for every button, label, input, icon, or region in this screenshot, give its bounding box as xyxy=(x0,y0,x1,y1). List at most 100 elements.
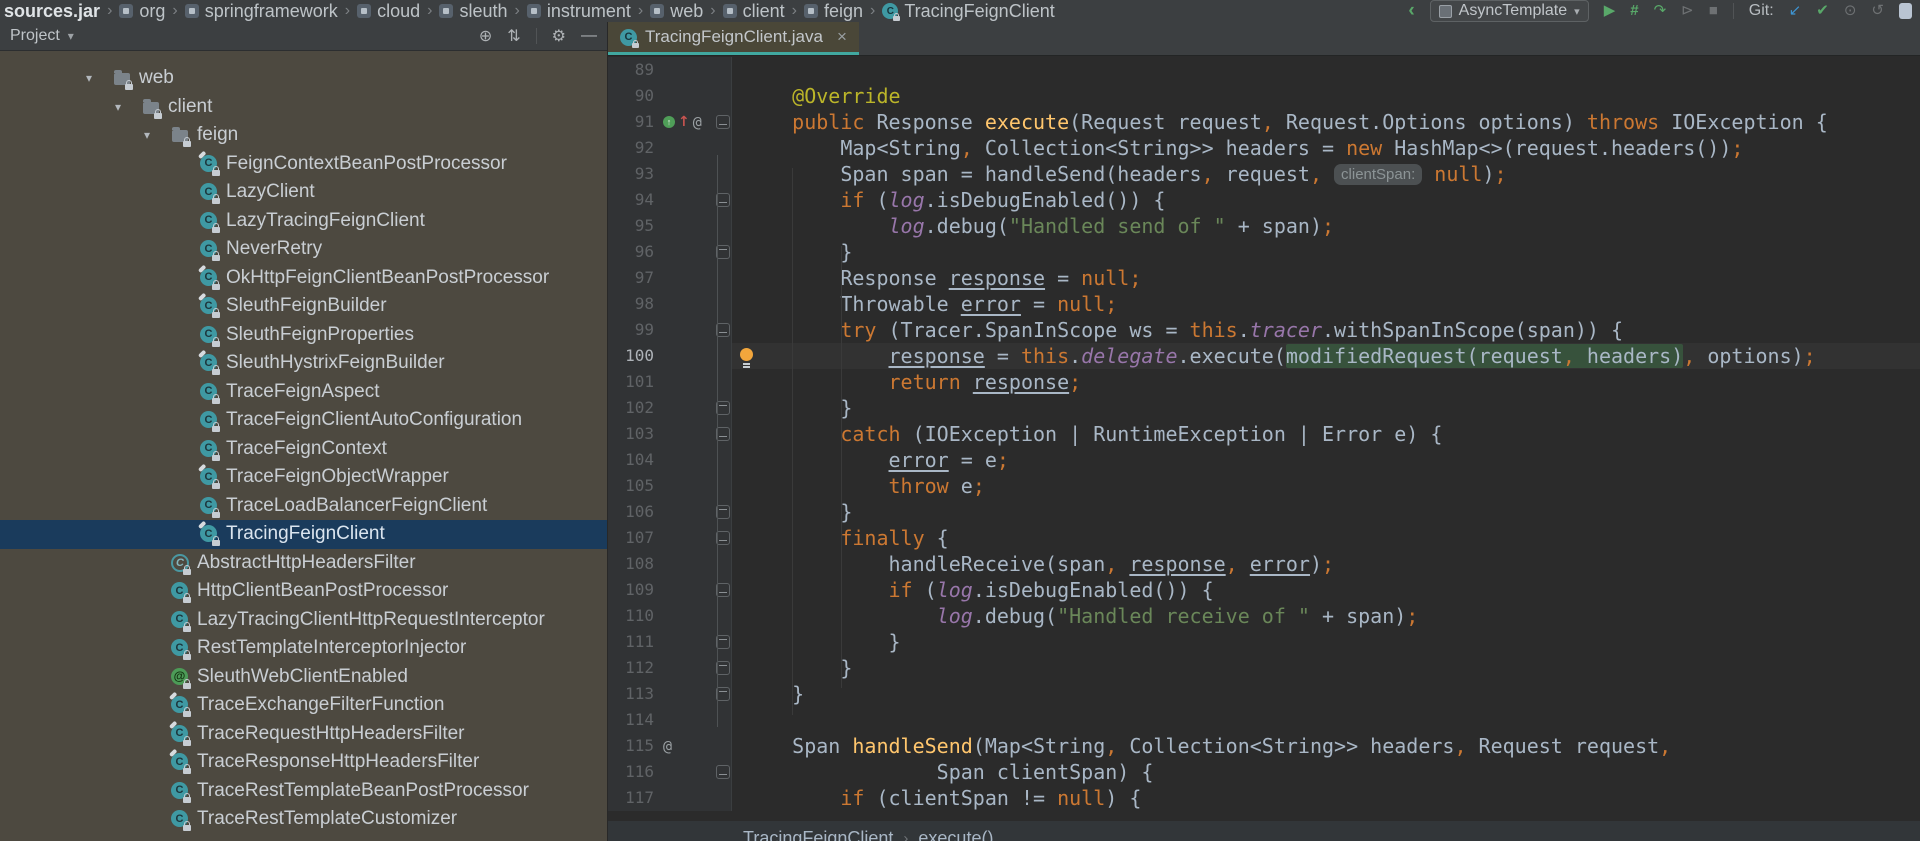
code-text[interactable]: return response; xyxy=(732,369,1920,395)
code-text[interactable]: if (log.isDebugEnabled()) { xyxy=(732,577,1920,603)
overriding-method-icon[interactable]: ↑ xyxy=(663,116,675,128)
fold-collapse-icon[interactable] xyxy=(716,427,730,441)
tree-item[interactable]: CRestTemplateInterceptorInjector xyxy=(0,634,607,663)
fold-collapse-icon[interactable] xyxy=(716,583,730,597)
breadcrumb-item[interactable]: springframework xyxy=(185,1,338,22)
code-line[interactable]: 106 } xyxy=(608,499,1920,525)
code-line[interactable]: 92 Map<String, Collection<String>> heade… xyxy=(608,135,1920,161)
code-text[interactable]: log.debug("Handled send of " + span); xyxy=(732,213,1920,239)
tree-item[interactable]: CTraceResponseHttpHeadersFilter xyxy=(0,748,607,777)
intention-bulb-icon[interactable] xyxy=(740,348,753,361)
fold-end-icon[interactable] xyxy=(716,505,730,519)
profiler-icon[interactable]: ↷ xyxy=(1654,1,1667,21)
tree-item[interactable]: CSleuthFeignBuilder xyxy=(0,292,607,321)
tree-item[interactable]: CTraceExchangeFilterFunction xyxy=(0,691,607,720)
code-line[interactable]: 98 Throwable error = null; xyxy=(608,291,1920,317)
code-text[interactable]: response = this.delegate.execute(modifie… xyxy=(732,343,1920,369)
tree-item[interactable]: CFeignContextBeanPostProcessor xyxy=(0,150,607,179)
tree-item[interactable]: CTraceFeignClientAutoConfiguration xyxy=(0,406,607,435)
code-line[interactable]: 94 if (log.isDebugEnabled()) { xyxy=(608,187,1920,213)
code-text[interactable]: } xyxy=(732,239,1920,265)
expand-arrow-icon[interactable]: ▾ xyxy=(115,100,134,114)
code-text[interactable]: } xyxy=(732,681,1920,707)
code-line[interactable]: 110 log.debug("Handled receive of " + sp… xyxy=(608,603,1920,629)
code-text[interactable] xyxy=(732,57,1920,83)
code-line[interactable]: 111 } xyxy=(608,629,1920,655)
git-update-icon[interactable]: ↙ xyxy=(1789,1,1802,21)
fold-collapse-icon[interactable] xyxy=(716,531,730,545)
code-line[interactable]: 91↑↑@ public Response execute(Request re… xyxy=(608,109,1920,135)
tree-item[interactable]: CLazyTracingClientHttpRequestInterceptor xyxy=(0,606,607,635)
breadcrumb-item[interactable]: feign xyxy=(804,1,863,22)
code-text[interactable]: public Response execute(Request request,… xyxy=(732,109,1920,135)
tree-item[interactable]: ▾client xyxy=(0,93,607,122)
fold-collapse-icon[interactable] xyxy=(716,323,730,337)
code-text[interactable]: Response response = null; xyxy=(732,265,1920,291)
code-text[interactable]: if (log.isDebugEnabled()) { xyxy=(732,187,1920,213)
project-tree[interactable]: ▾web▾client▾feignCFeignContextBeanPostPr… xyxy=(0,50,607,841)
breadcrumb-item[interactable]: org xyxy=(119,1,165,22)
code-text[interactable] xyxy=(732,707,1920,733)
code-text[interactable]: catch (IOException | RuntimeException | … xyxy=(732,421,1920,447)
code-line[interactable]: 113 } xyxy=(608,681,1920,707)
code-text[interactable]: Throwable error = null; xyxy=(732,291,1920,317)
code-text[interactable]: } xyxy=(732,655,1920,681)
tree-item[interactable]: CAbstractHttpHeadersFilter xyxy=(0,549,607,578)
code-line[interactable]: 112 } xyxy=(608,655,1920,681)
tree-item[interactable]: ▾web xyxy=(0,64,607,93)
code-line[interactable]: 107 finally { xyxy=(608,525,1920,551)
fold-collapse-icon[interactable] xyxy=(716,765,730,779)
code-text[interactable]: Map<String, Collection<String>> headers … xyxy=(732,135,1920,161)
expand-arrow-icon[interactable]: ▾ xyxy=(86,71,105,85)
breadcrumb-item[interactable]: CTracingFeignClient xyxy=(882,1,1054,22)
code-line[interactable]: 97 Response response = null; xyxy=(608,265,1920,291)
navigate-back-icon[interactable]: ‹ xyxy=(1408,1,1414,21)
code-line[interactable]: 99 try (Tracer.SpanInScope ws = this.tra… xyxy=(608,317,1920,343)
tree-item[interactable]: CTraceRequestHttpHeadersFilter xyxy=(0,720,607,749)
code-text[interactable]: } xyxy=(732,395,1920,421)
fold-end-icon[interactable] xyxy=(716,635,730,649)
code-text[interactable]: finally { xyxy=(732,525,1920,551)
code-text[interactable]: Span clientSpan) { xyxy=(732,759,1920,785)
hide-panel-button[interactable]: — xyxy=(581,27,597,45)
tree-item[interactable]: CHttpClientBeanPostProcessor xyxy=(0,577,607,606)
code-line[interactable]: 116 Span clientSpan) { xyxy=(608,759,1920,785)
code-line[interactable]: 90 @Override xyxy=(608,83,1920,109)
tree-item[interactable]: CTraceRestTemplateBeanPostProcessor xyxy=(0,777,607,806)
code-line[interactable]: 105 throw e; xyxy=(608,473,1920,499)
run-configuration-select[interactable]: AsyncTemplate ▾ xyxy=(1430,0,1589,22)
fold-end-icon[interactable] xyxy=(716,687,730,701)
code-line[interactable]: 96 } xyxy=(608,239,1920,265)
breadcrumb-item[interactable]: web xyxy=(650,1,703,22)
code-line[interactable]: 109 if (log.isDebugEnabled()) { xyxy=(608,577,1920,603)
code-text[interactable]: Span span = handleSend(headers, request,… xyxy=(732,161,1920,187)
breadcrumb-item[interactable]: instrument xyxy=(527,1,631,22)
breadcrumb-item[interactable]: client xyxy=(723,1,785,22)
code-editor[interactable]: 8990 @Override91↑↑@ public Response exec… xyxy=(608,55,1920,841)
tree-item[interactable]: CNeverRetry xyxy=(0,235,607,264)
code-line[interactable]: 102 } xyxy=(608,395,1920,421)
fold-end-icon[interactable] xyxy=(716,245,730,259)
run-icon[interactable]: ▶ xyxy=(1604,1,1616,21)
run-with-coverage-icon[interactable]: # xyxy=(1630,1,1638,21)
tab-tracingfeignclient[interactable]: C TracingFeignClient.java × xyxy=(608,22,859,55)
code-text[interactable]: log.debug("Handled receive of " + span); xyxy=(732,603,1920,629)
code-line[interactable]: 101 return response; xyxy=(608,369,1920,395)
breadcrumb-class[interactable]: TracingFeignClient xyxy=(743,828,893,841)
code-line[interactable]: 114 xyxy=(608,707,1920,733)
fold-end-icon[interactable] xyxy=(716,661,730,675)
code-text[interactable]: handleReceive(span, response, error); xyxy=(732,551,1920,577)
chevron-down-icon[interactable]: ▾ xyxy=(68,29,74,43)
tree-item[interactable]: CLazyClient xyxy=(0,178,607,207)
code-line[interactable]: 93 Span span = handleSend(headers, reque… xyxy=(608,161,1920,187)
gear-icon[interactable]: ⚙ xyxy=(552,26,566,46)
code-text[interactable]: if (clientSpan != null) { xyxy=(732,785,1920,811)
code-text[interactable]: throw e; xyxy=(732,473,1920,499)
fold-collapse-icon[interactable] xyxy=(716,115,730,129)
tree-item[interactable]: CSleuthFeignProperties xyxy=(0,321,607,350)
code-text[interactable]: try (Tracer.SpanInScope ws = this.tracer… xyxy=(732,317,1920,343)
tree-item[interactable]: @SleuthWebClientEnabled xyxy=(0,663,607,692)
code-line[interactable]: 103 catch (IOException | RuntimeExceptio… xyxy=(608,421,1920,447)
code-line[interactable]: 108 handleReceive(span, response, error)… xyxy=(608,551,1920,577)
breadcrumb-item[interactable]: sources.jar xyxy=(4,1,100,22)
